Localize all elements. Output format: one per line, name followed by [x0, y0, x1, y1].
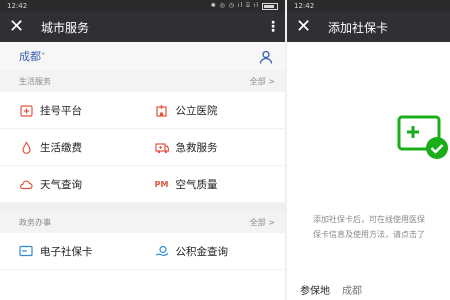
- service-item-public-hospital[interactable]: 公立医院: [142, 92, 285, 129]
- description-line: 保卡信息及使用方法，请点击了: [313, 230, 425, 239]
- service-label: 公立医院: [175, 104, 218, 117]
- status-icons: ✱ ◎ ◷ ıl ⌸ ıl: [211, 0, 278, 12]
- description-line: 添加社保卡后，可在线使用医保: [313, 215, 425, 224]
- service-item-air-quality[interactable]: PM 空气质量: [142, 166, 285, 203]
- weather-icon: [19, 177, 33, 191]
- hospital-building-icon: [155, 103, 169, 117]
- more-menu-icon[interactable]: ⋮: [266, 19, 280, 35]
- ambulance-icon: [154, 140, 169, 154]
- service-label: 天气查询: [40, 178, 82, 191]
- service-label: 急救服务: [175, 141, 218, 154]
- city-selector[interactable]: 成都ˇ: [19, 48, 46, 64]
- status-time: 12:42: [7, 2, 28, 10]
- service-label: 电子社保卡: [40, 245, 93, 258]
- chevron-down-icon: ˇ: [41, 53, 46, 63]
- section-divider: [0, 203, 285, 211]
- pm-icon: PM: [154, 179, 169, 189]
- section-title: 政务办事: [19, 217, 51, 227]
- service-label: 挂号平台: [40, 104, 82, 117]
- section-more-link[interactable]: 全部 >: [250, 76, 275, 87]
- field-label: 参保地: [300, 286, 330, 297]
- service-label: 空气质量: [175, 178, 218, 191]
- life-services-grid: 挂号平台 公立医院 生活缴费 急救服务 天气查询 PM 空气质量: [0, 92, 285, 203]
- service-label: 公积金查询: [175, 245, 229, 258]
- hand-coin-icon: [155, 244, 169, 258]
- card-icon: [19, 244, 33, 258]
- city-name: 成都: [19, 50, 41, 63]
- service-item-housing-fund[interactable]: 公积金查询: [142, 233, 285, 270]
- section-title: 生活服务: [19, 76, 51, 86]
- nav-bar: ✕ 添加社保卡: [287, 12, 450, 42]
- add-social-security-card-screen: 12:42 ✕ 添加社保卡 添加社保卡后，可在线使用医保 保卡信息及使用方法，请…: [287, 0, 450, 300]
- status-icon-glyphs: ✱ ◎ ◷ ıl ⌸ ıl: [210, 2, 259, 9]
- hospital-reg-icon: [19, 103, 33, 117]
- service-item-social-security-card[interactable]: 电子社保卡: [0, 233, 143, 270]
- service-label: 生活缴费: [40, 141, 82, 154]
- user-icon[interactable]: [259, 49, 273, 64]
- service-item-emergency[interactable]: 急救服务: [142, 129, 285, 166]
- nav-bar: ✕ 城市服务 ⋮: [0, 12, 285, 42]
- city-services-screen: 12:42 ✱ ◎ ◷ ıl ⌸ ıl ✕ 城市服务 ⋮ 成都ˇ 生活服务 全部…: [0, 0, 287, 300]
- page-title: 添加社保卡: [328, 20, 389, 35]
- water-drop-icon: [19, 140, 33, 154]
- insured-location-field[interactable]: 参保地 成都: [300, 282, 362, 297]
- service-item-registration[interactable]: 挂号平台: [0, 92, 143, 129]
- battery-icon: [262, 2, 278, 10]
- close-icon[interactable]: ✕: [296, 12, 316, 42]
- service-item-utility-payment[interactable]: 生活缴费: [0, 129, 143, 166]
- status-bar: 12:42: [287, 0, 450, 12]
- add-card-icon: [397, 114, 450, 166]
- page-title: 城市服务: [41, 20, 90, 35]
- service-item-weather[interactable]: 天气查询: [0, 166, 143, 203]
- card-description: 添加社保卡后，可在线使用医保 保卡信息及使用方法，请点击了: [313, 212, 450, 242]
- city-selector-row: 成都ˇ: [0, 42, 285, 70]
- government-services-grid: 电子社保卡 公积金查询: [0, 233, 285, 270]
- status-bar: 12:42 ✱ ◎ ◷ ıl ⌸ ıl: [0, 0, 285, 12]
- status-time: 12:42: [294, 2, 315, 10]
- section-more-link[interactable]: 全部 >: [250, 217, 275, 228]
- section-header-government-services: 政务办事 全部 >: [0, 211, 285, 233]
- field-value: 成都: [342, 286, 362, 297]
- close-icon[interactable]: ✕: [9, 12, 29, 42]
- section-header-life-services: 生活服务 全部 >: [0, 70, 285, 92]
